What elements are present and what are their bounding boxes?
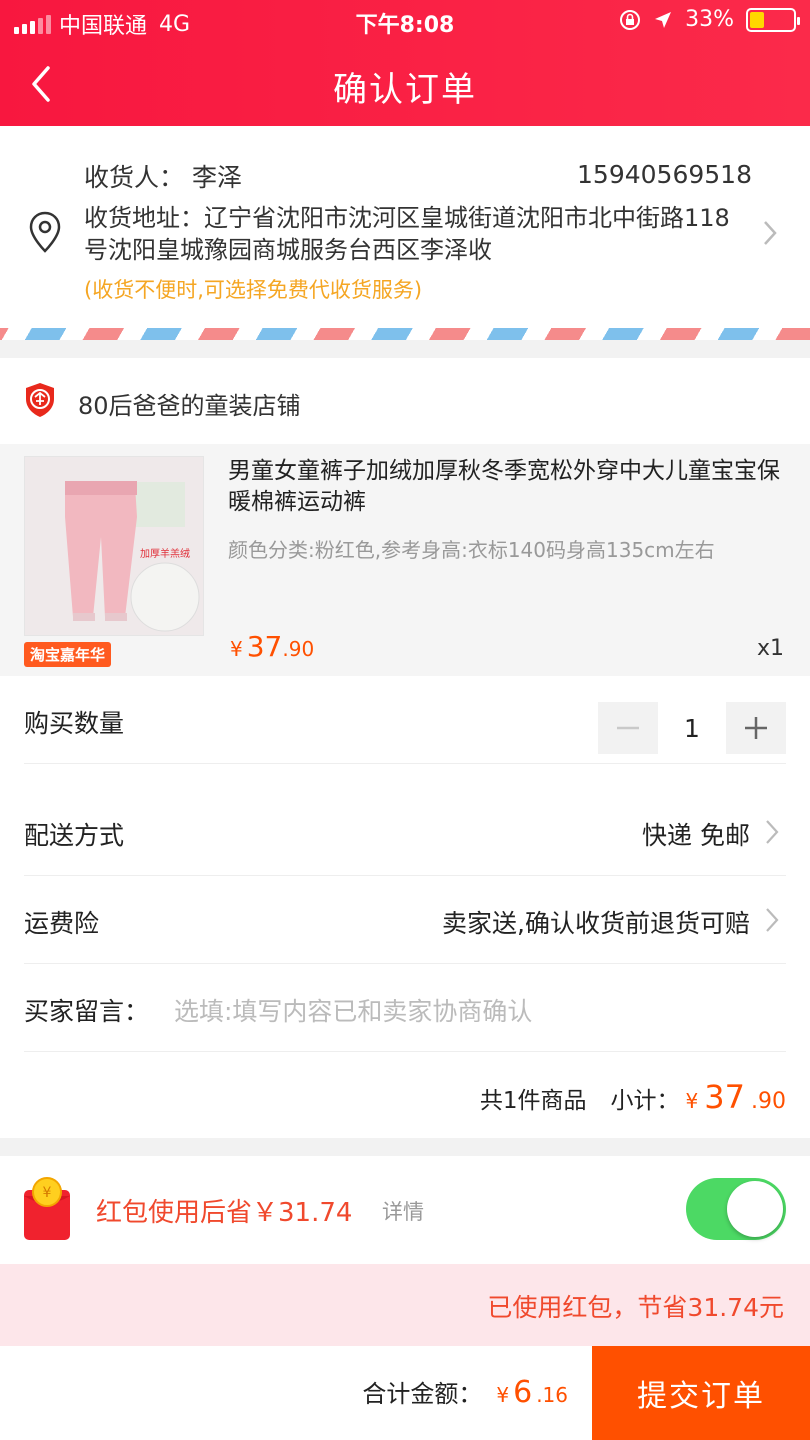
delivery-value: 快递 免邮 <box>642 821 750 850</box>
recipient: 收货人： 李泽 <box>84 163 243 192</box>
shop-card: 80后爸爸的童装店铺 加厚羊羔绒 淘宝嘉年华 男童女童裤子加绒加厚秋冬季宽松外穿… <box>0 358 810 1138</box>
status-bar: 中国联通 4G 下午8:08 33% <box>0 0 810 42</box>
location-arrow-icon <box>655 11 672 28</box>
page-title: 确认订单 <box>333 70 477 110</box>
battery-percent: 33% <box>685 7 734 32</box>
address-card[interactable]: 收货人： 李泽 15940569518 收货地址：辽宁省沈阳市沈河区皇城街道沈阳市… <box>0 126 810 330</box>
increase-button[interactable] <box>726 702 786 754</box>
product-quantity: x1 <box>756 636 784 661</box>
product-thumbnail: 加厚羊羔绒 <box>24 456 204 636</box>
recipient-phone: 15940569518 <box>577 160 752 189</box>
red-packet-savings: 红包使用后省￥31.74 <box>96 1198 353 1228</box>
message-input[interactable]: 选填:填写内容已和卖家协商确认 <box>174 992 532 1028</box>
thumb-caption: 加厚羊羔绒 <box>140 547 190 560</box>
insurance-value: 卖家送,确认收货前退货可赔 <box>442 909 750 938</box>
shop-name: 80后爸爸的童装店铺 <box>78 392 301 420</box>
insurance-label: 运费险 <box>24 909 100 938</box>
header: 中国联通 4G 下午8:08 33% 确认订单 <box>0 0 810 126</box>
insurance-row[interactable]: 运费险 卖家送,确认收货前退货可赔 <box>24 876 786 964</box>
battery-icon <box>746 7 800 32</box>
red-packet-icon: ¥ <box>24 1177 70 1240</box>
red-packet-row: ¥ 红包使用后省￥31.74 详情 <box>0 1156 810 1264</box>
orientation-lock-icon <box>620 9 641 30</box>
proxy-receive-note[interactable]: (收货不便时,可选择免费代收货服务) <box>84 274 422 304</box>
subtotal: 共1件商品 小计： ¥37.90 <box>479 1078 786 1116</box>
chevron-right-icon <box>766 820 779 844</box>
red-packet-details-link[interactable]: 详情 <box>382 1196 424 1226</box>
buyer-message-row: 买家留言： 选填:填写内容已和卖家协商确认 <box>24 964 786 1052</box>
submit-order-button[interactable]: 提交订单 <box>592 1346 810 1440</box>
saved-text: 已使用红包，节省31.74元 <box>487 1293 784 1322</box>
subtotal-label: 小计： <box>610 1088 680 1114</box>
order-total: 合计金额： ¥6.16 <box>362 1375 568 1410</box>
item-count: 共1件商品 <box>479 1088 587 1114</box>
product-spec: 颜色分类:粉红色,参考身高:衣标140码身高135cm左右 <box>228 538 715 562</box>
decrease-button[interactable] <box>598 702 658 754</box>
delivery-label: 配送方式 <box>24 821 125 850</box>
shipping-address: 收货地址：辽宁省沈阳市沈河区皇城街道沈阳市北中街路118号沈阳皇城豫园商城服务台… <box>84 204 730 264</box>
minus-icon <box>617 726 639 730</box>
quantity-label: 购买数量 <box>24 709 125 738</box>
red-packet-saved-banner: 已使用红包，节省31.74元 <box>0 1264 810 1346</box>
carnival-badge: 淘宝嘉年华 <box>24 642 112 667</box>
chevron-right-icon <box>764 221 777 245</box>
product-price: ¥37.90 <box>230 630 315 663</box>
message-label: 买家留言： <box>24 997 150 1026</box>
checkout-bar: 合计金额： ¥6.16 提交订单 <box>0 1346 810 1440</box>
quantity-stepper: 1 <box>598 702 786 754</box>
plus-icon <box>745 717 767 739</box>
product-title: 男童女童裤子加绒加厚秋冬季宽松外穿中大儿童宝宝保暖棉裤运动裤 <box>228 458 780 515</box>
shop-header[interactable]: 80后爸爸的童装店铺 <box>0 358 810 444</box>
location-pin-icon <box>29 211 61 253</box>
delivery-row[interactable]: 配送方式 快递 免邮 <box>24 788 786 876</box>
envelope-stripe <box>0 328 810 340</box>
chevron-right-icon <box>766 908 779 932</box>
red-packet-toggle[interactable] <box>686 1178 786 1240</box>
quantity-value[interactable]: 1 <box>658 714 726 743</box>
svg-text:¥: ¥ <box>43 1185 52 1201</box>
enterprise-shop-icon <box>26 383 54 417</box>
order-item[interactable]: 加厚羊羔绒 淘宝嘉年华 男童女童裤子加绒加厚秋冬季宽松外穿中大儿童宝宝保暖棉裤运… <box>0 444 810 676</box>
quantity-row: 购买数量 1 <box>24 676 786 764</box>
